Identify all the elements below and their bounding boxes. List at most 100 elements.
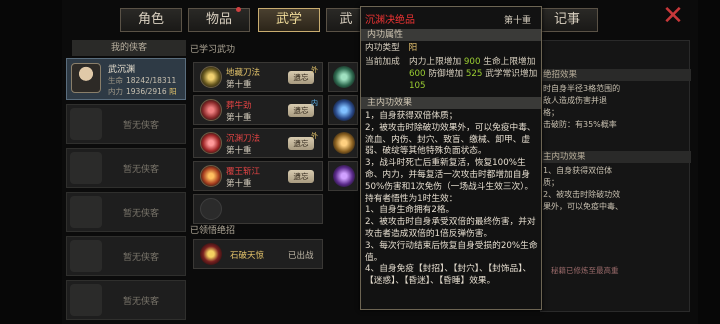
tab-journal[interactable]: 记事 [536,8,598,32]
ultimate-header: 已领悟绝招 [190,226,236,236]
skill-icon [333,99,355,121]
skill-type-tag: 外 [311,132,318,140]
hp-label: 生命 [108,76,123,85]
skill-item-col2[interactable] [328,161,358,191]
effect-line: 3，战斗时死亡后重新复活，恢复100%生命、内力，并每复活一次攻击时都增加自身5… [365,158,534,192]
tab-label: 物品 [205,12,232,27]
skill-level: 第十重 [226,80,252,90]
empty-slot-label: 暂无侠客 [123,297,160,307]
disciple-name: 武沉渊 [108,65,136,75]
effect-line: 2，被攻击时除破功效果外，可以免疫中毒、流血、内伤、封穴、致盲、缴械、卸甲、虚弱… [365,122,536,157]
ultimate-state: 已出战 [288,251,314,261]
main-inner-effect-header: 主内功效果 [361,97,541,109]
disciple-hp: 生命 18242/18311 [108,75,176,86]
skill-item[interactable]: 葬牛劲 第十重 遗忘 内 [193,95,323,125]
bonus-value: 105 [409,81,426,91]
skill-type-tag: 内 [311,99,318,107]
ultimate-skill-item[interactable]: 石破天惊 已出战 [193,239,323,269]
main-inner-effect-line: 质； [543,178,559,187]
empty-slot-label: 暂无侠客 [123,121,160,131]
skill-level: 第十重 [226,146,252,156]
inner-attribute-header: 内功属性 [361,29,541,41]
inner-type-value: 阳 [408,43,418,53]
skill-icon [333,132,355,154]
bonus-label: 当前加成 [365,57,400,67]
forget-button[interactable]: 遗忘 [288,170,314,183]
mp-type-tag: 阳 [169,87,177,96]
skill-type-tag: 外 [311,66,318,74]
tab-character[interactable]: 角色 [120,8,182,32]
bonus-value: 600 [409,69,426,79]
empty-slot-icon [70,152,102,184]
right-screen-border [698,0,720,324]
bonus-row-1: 内力上限增加 900 生命上限增加 [409,57,535,69]
main-inner-effect-line: 2、被攻击时除破功效 [543,190,621,199]
disciple-slot-empty[interactable]: 暂无侠客 [66,192,186,232]
main-inner-effect-line: 果外，可以免疫中毒、 [543,202,623,211]
close-icon[interactable]: ✕ [660,3,686,30]
tab-label: 武学 [275,12,302,27]
skill-detail-panel: 绝招效果 时自身半径3格范围的 敌人造成伤害并退 格； 击破防：有35%概率 主… [540,40,691,312]
effect-line: 2、被攻击时自身承受双倍的最终伤害，并对攻击者造成双倍的1倍反弹伤害。 [365,217,536,239]
skill-item-col2[interactable] [328,95,358,125]
inner-skill-icon [200,99,222,121]
skill-level: 第十重 [226,113,252,123]
skill-item[interactable]: 地藏刀法 第十重 遗忘 外 [193,62,323,92]
disciple-slot-empty[interactable]: 暂无侠客 [66,236,186,276]
skill-item[interactable]: 覆王斩江 第十重 遗忘 [193,161,323,191]
disciple-slot-empty[interactable]: 暂无侠客 [66,148,186,188]
empty-slot-label: 暂无侠客 [123,253,160,263]
tooltip-effect-text: 1，自身获得双倍体质； 2，被攻击时除破功效果外，可以免疫中毒、流血、内伤、封穴… [365,111,541,288]
bonus-text: 内力上限增加 [409,57,462,67]
effect-line: 持有者悟性为1时生效： [365,193,458,204]
disciples-header: 我的侠客 [72,40,186,56]
max-level-note: 秘籍已修炼至最高重 [551,266,619,275]
tooltip-title: 沉渊决绝品 [365,15,415,26]
bonus-row-3: 105 [409,81,426,93]
empty-slot-icon [70,196,102,228]
empty-slot-icon [200,198,222,220]
skill-name: 地藏刀法 [226,68,261,78]
empty-slot-icon [70,284,102,316]
skill-level: 第十重 [226,179,252,189]
hp-value: 18242/18311 [126,76,177,85]
disciple-mp: 内力 1936/2916 阳 [108,86,177,97]
tooltip-level: 第十重 [503,16,531,26]
tab-label: 武 [339,12,353,27]
skill-item-col2[interactable] [328,62,358,92]
tab-label: 角色 [137,12,164,27]
blade-skill-icon [200,132,222,154]
inner-type-row: 内功类型 阳 [365,43,417,55]
bonus-text: 武学常识增加 [485,69,538,79]
inner-art-tooltip[interactable]: 沉渊决绝品 第十重 内功属性 内功类型 阳 当前加成 内力上限增加 900 生命… [360,6,542,310]
fire-skill-icon [200,165,222,187]
bonus-value: 525 [465,69,483,79]
mp-value: 1936/2916 [126,87,167,96]
effect-line: 4、自身免疫【封招】、【封穴】、【封饰品】、【迷惑】、【昏迷】、【昏睡】效果。 [365,264,532,287]
ultimate-effect-header: 绝招效果 [541,69,691,81]
ultimate-skill-name: 石破天惊 [230,251,265,261]
effect-line: 1、自身生命拥有2格。 [365,205,455,216]
ultimate-effect-line: 敌人造成伤害并退 [543,96,607,105]
notification-dot-icon [236,7,241,12]
skill-item-col2[interactable] [328,128,358,158]
disciple-slot-empty[interactable]: 暂无侠客 [66,104,186,144]
mp-label: 内力 [108,87,123,96]
skill-icon [333,66,355,88]
skill-item[interactable]: 沉渊刀法 第十重 遗忘 外 [193,128,323,158]
disciple-slot-empty[interactable]: 暂无侠客 [66,280,186,320]
bonus-text: 防御增加 [428,69,464,79]
ultimate-effect-line: 时自身半径3格范围的 [543,84,621,93]
tab-martial-arts[interactable]: 武学 [258,8,320,32]
disciple-card-active[interactable]: 武沉渊 生命 18242/18311 内力 1936/2916 阳 [66,58,186,100]
learned-skills-header: 已学习武功 [190,45,236,55]
skill-slot-empty[interactable] [193,194,323,224]
left-screen-border [0,0,62,324]
ultimate-effect-line: 击破防：有35%概率 [543,120,617,129]
empty-slot-label: 暂无侠客 [123,165,160,175]
bonus-row-2: 600 防御增加 525 武学常识增加 [409,69,537,81]
skill-name: 葬牛劲 [226,101,252,111]
empty-slot-label: 暂无侠客 [123,209,160,219]
main-inner-effect-header: 主内功效果 [541,151,691,163]
tab-items[interactable]: 物品 [188,7,250,32]
